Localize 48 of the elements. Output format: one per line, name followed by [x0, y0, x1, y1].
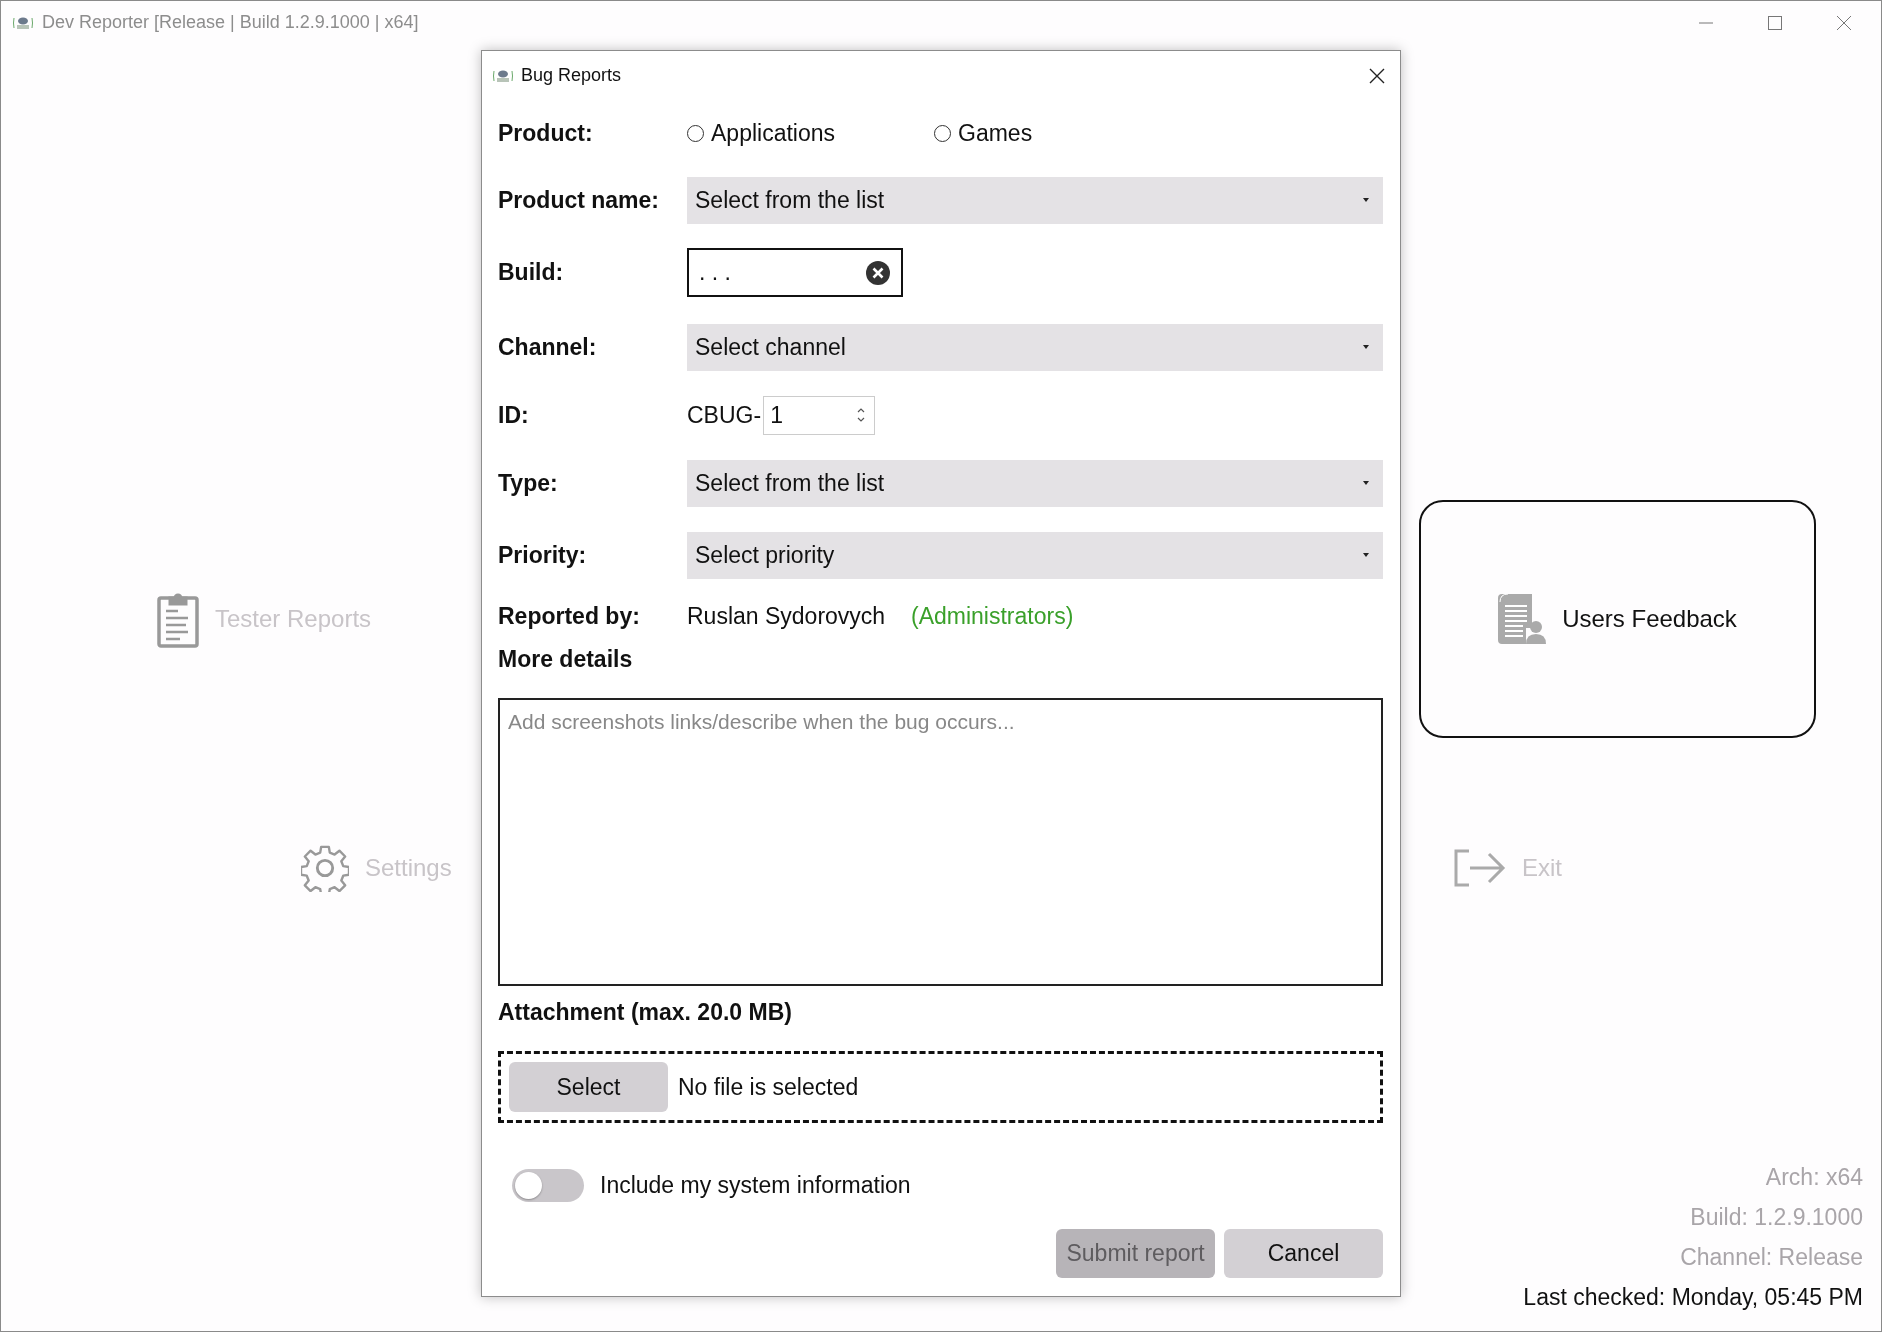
caret-icon: [1363, 344, 1369, 349]
field-label: More details: [498, 646, 634, 674]
maximize-icon[interactable]: [1768, 15, 1782, 30]
build-info: Build: 1.2.9.1000: [1690, 1203, 1863, 1232]
feedback-card[interactable]: Users Feedback: [1419, 500, 1816, 738]
close-icon[interactable]: [1369, 67, 1385, 84]
id-prefix: CBUG-: [687, 401, 762, 429]
tile-label[interactable]: Users Feedback: [1562, 605, 1737, 633]
channel-info: Channel: Release: [1680, 1243, 1863, 1272]
reporter-group: (Administrators): [911, 603, 1074, 631]
settings-icon[interactable]: [301, 844, 349, 892]
field-label: Reported by:: [498, 603, 641, 631]
attachment-label: Attachment (max. 20.0 MB): [498, 998, 792, 1026]
caret-icon: [1363, 198, 1369, 203]
field-label: Type:: [498, 469, 559, 497]
radio-option[interactable]: Applications: [687, 120, 934, 148]
app-icon: [13, 15, 33, 30]
dialog-button[interactable]: Cancel: [1224, 1229, 1383, 1278]
clear-icon[interactable]: [866, 260, 890, 285]
field-label: ID:: [498, 401, 530, 429]
arch-info: Arch: x64: [1765, 1163, 1863, 1192]
build-field[interactable]: . . .: [687, 248, 903, 298]
attachment-drop-zone[interactable]: Select No file is selected: [498, 1051, 1383, 1123]
file-status: No file is selected: [678, 1073, 859, 1101]
exit-icon[interactable]: [1454, 849, 1506, 887]
details-field[interactable]: Add screenshots links/describe when the bug occurs...: [498, 697, 1383, 987]
document-person-icon[interactable]: [1498, 594, 1547, 644]
dropdown[interactable]: Select from the list: [687, 459, 1383, 507]
id-spinner[interactable]: 1: [763, 395, 876, 435]
select-file-button[interactable]: Select: [509, 1062, 668, 1113]
dialog-title: Bug Reports: [521, 65, 622, 87]
dropdown[interactable]: Select from the list: [687, 177, 1383, 225]
field-label: Channel:: [498, 333, 598, 361]
dropdown[interactable]: Select channel: [687, 323, 1383, 371]
reporter-name: Ruslan Sydorovych: [687, 603, 887, 631]
dropdown[interactable]: Select priority: [687, 531, 1383, 579]
last-checked: Last checked: Monday, 05:45 PM: [1523, 1283, 1863, 1312]
field-label: Product name:: [498, 187, 661, 215]
window-title: Dev Reporter [Release | Build 1.2.9.1000 | x64]: [42, 12, 419, 33]
caret-icon: [1363, 552, 1369, 557]
field-label: Product:: [498, 120, 594, 148]
radio-option[interactable]: Games: [934, 120, 1033, 148]
app-icon: [493, 68, 513, 83]
field-label: Priority:: [498, 541, 588, 569]
caret-icon: [1363, 480, 1369, 485]
toggle-switch[interactable]: [512, 1169, 584, 1202]
field-label: Build:: [498, 259, 565, 287]
toggle-label: Include my system information: [600, 1172, 911, 1199]
